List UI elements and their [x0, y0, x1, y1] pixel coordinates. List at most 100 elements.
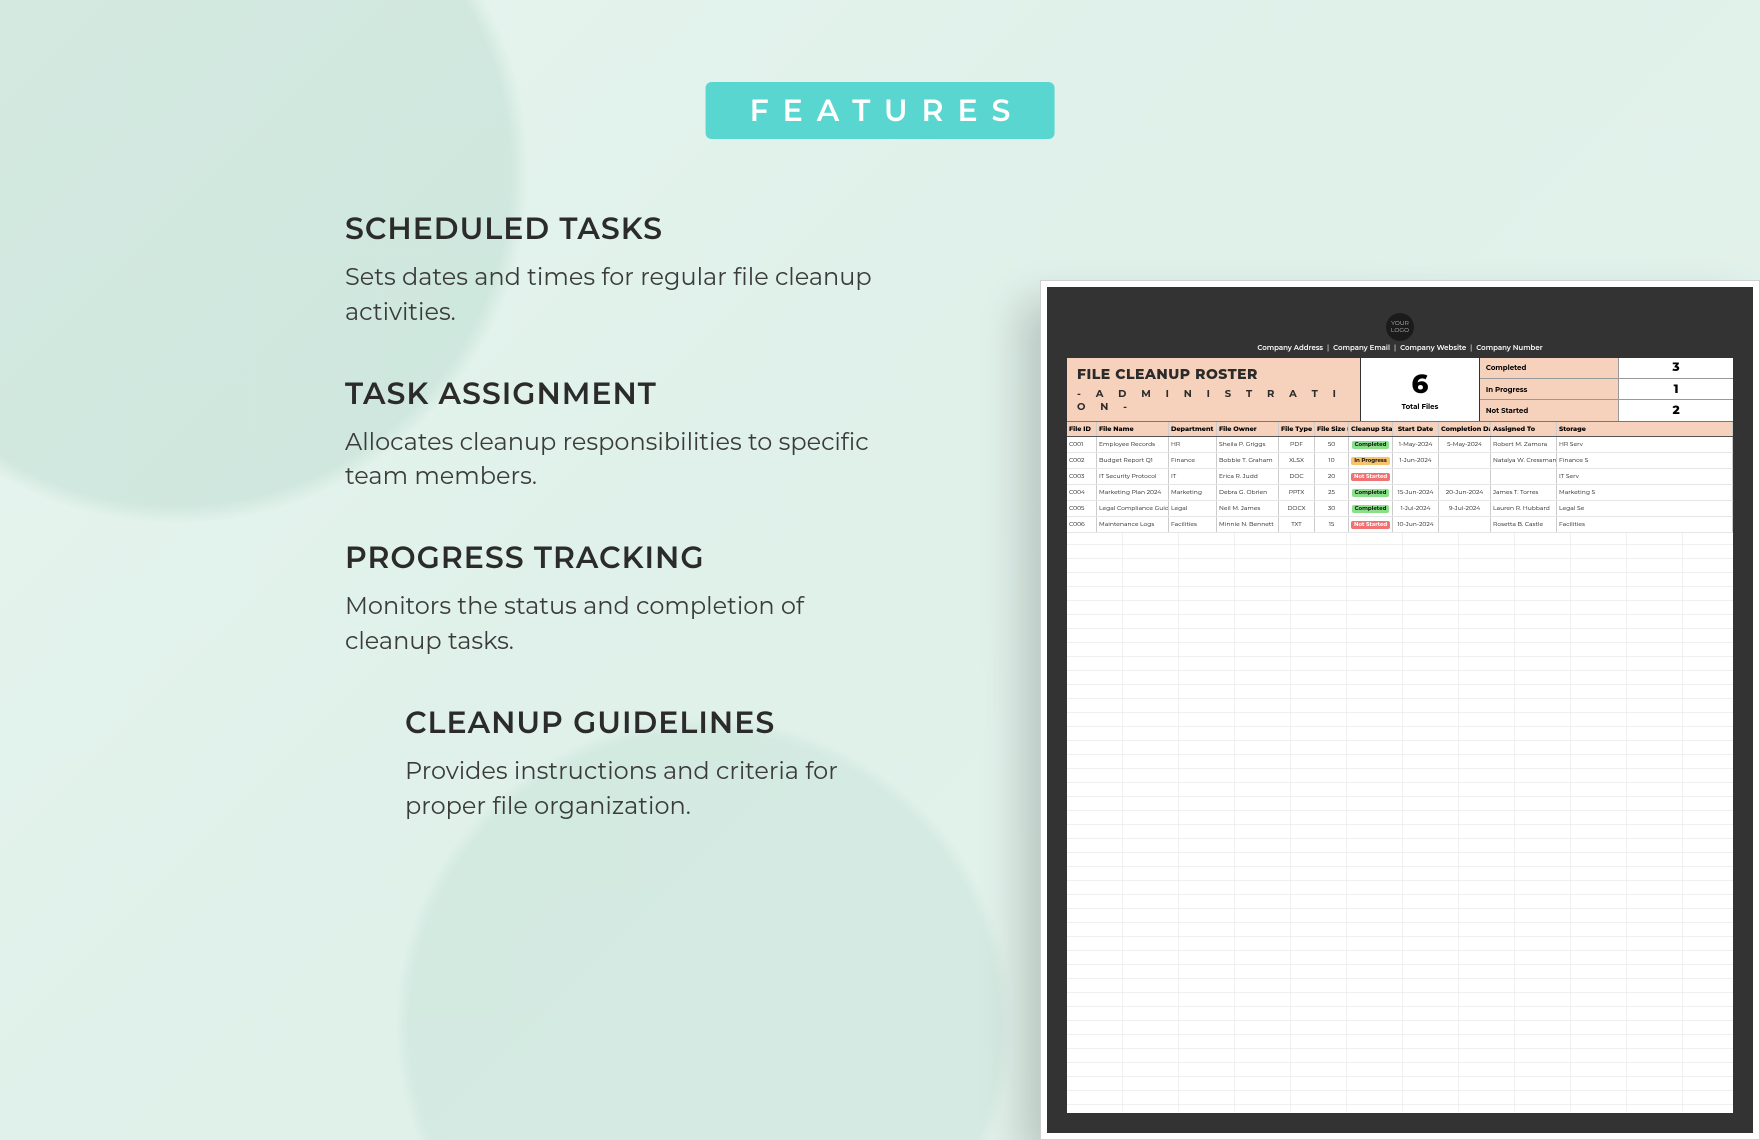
cell: Budget Report Q1	[1097, 453, 1169, 468]
column-header-row: File IDFile NameDepartmentFile OwnerFile…	[1067, 422, 1733, 437]
spreadsheet-preview: YOUR LOGO Company Address|Company Email|…	[1040, 280, 1760, 1140]
column-header: Storage	[1557, 422, 1733, 436]
column-header: File Type	[1279, 422, 1315, 436]
status-pill: Not Started	[1351, 521, 1390, 529]
company-info-segment: Company Number	[1476, 343, 1542, 352]
cell: DOCX	[1279, 501, 1315, 516]
status-pill: Not Started	[1351, 473, 1390, 481]
table-row: C003IT Security ProtocolITErica R. JuddD…	[1067, 469, 1733, 485]
cell: Marketing	[1169, 485, 1217, 500]
cell	[1439, 517, 1491, 532]
feature-title: SCHEDULED TASKS	[345, 210, 905, 247]
summary-row: FILE CLEANUP ROSTER - A D M I N I S T R …	[1067, 358, 1733, 422]
status-label: Not Started	[1480, 400, 1619, 420]
cell: Maintenance Logs	[1097, 517, 1169, 532]
cell: C002	[1067, 453, 1097, 468]
column-header: Completion Date	[1439, 422, 1491, 436]
cell: 25	[1315, 485, 1349, 500]
table-row: C005Legal Compliance GuideLegalNeil M. J…	[1067, 501, 1733, 517]
cell: HR Serv	[1557, 437, 1733, 452]
feature-desc: Allocates cleanup responsibilities to sp…	[345, 426, 905, 496]
status-pill: Completed	[1352, 441, 1390, 449]
status-label: In Progress	[1480, 379, 1619, 399]
cell: In Progress	[1349, 453, 1393, 468]
cell: XLSX	[1279, 453, 1315, 468]
cell: Legal Se	[1557, 501, 1733, 516]
cell: C003	[1067, 469, 1097, 484]
company-info-line: Company Address|Company Email|Company We…	[1067, 343, 1733, 352]
cell: Debra G. Obrien	[1217, 485, 1279, 500]
cell: 20-Jun-2024	[1439, 485, 1491, 500]
cell: Bobbie T. Graham	[1217, 453, 1279, 468]
feature-desc: Monitors the status and completion of cl…	[345, 590, 905, 660]
feature-title: TASK ASSIGNMENT	[345, 375, 905, 412]
cell: 5-May-2024	[1439, 437, 1491, 452]
roster-subtitle: - A D M I N I S T R A T I O N -	[1077, 387, 1360, 413]
table-row: C004Marketing Plan 2024MarketingDebra G.…	[1067, 485, 1733, 501]
feature-item: TASK ASSIGNMENT Allocates cleanup respons…	[345, 375, 905, 496]
feature-desc: Sets dates and times for regular file cl…	[345, 261, 905, 331]
cell: DOC	[1279, 469, 1315, 484]
feature-desc: Provides instructions and criteria for p…	[405, 755, 905, 825]
features-badge: FEATURES	[706, 82, 1055, 139]
column-header: File ID	[1067, 422, 1097, 436]
cell: 10-Jun-2024	[1393, 517, 1439, 532]
total-files-value: 6	[1412, 368, 1429, 400]
cell: Finance	[1169, 453, 1217, 468]
column-header: File Size (MB)	[1315, 422, 1349, 436]
column-header: Cleanup Status	[1349, 422, 1393, 436]
cell: Not Started	[1349, 469, 1393, 484]
status-count-row: In Progress1	[1480, 378, 1733, 399]
logo-placeholder: YOUR LOGO	[1386, 313, 1414, 341]
status-value: 3	[1619, 358, 1733, 378]
cell: Marketing S	[1557, 485, 1733, 500]
cell: 10	[1315, 453, 1349, 468]
cell: PDF	[1279, 437, 1315, 452]
cell: Minnie N. Bennett	[1217, 517, 1279, 532]
cell: Erica R. Judd	[1217, 469, 1279, 484]
status-pill: In Progress	[1351, 457, 1390, 465]
cell: C005	[1067, 501, 1097, 516]
status-count-row: Completed3	[1480, 358, 1733, 378]
roster-title: FILE CLEANUP ROSTER	[1077, 365, 1360, 383]
cell: Not Started	[1349, 517, 1393, 532]
feature-title: PROGRESS TRACKING	[345, 539, 905, 576]
status-pill: Completed	[1352, 505, 1390, 513]
cell: HR	[1169, 437, 1217, 452]
cell: Rosetta B. Castle	[1491, 517, 1557, 532]
status-summary-block: Completed3In Progress1Not Started2	[1480, 358, 1733, 421]
cell: Facilities	[1557, 517, 1733, 532]
table-row: C006Maintenance Logs Facilities Minnie N. …	[1067, 517, 1733, 533]
feature-item: PROGRESS TRACKING Monitors the status and…	[345, 539, 905, 660]
cell	[1393, 469, 1439, 484]
data-rows: C001Employee RecordsHRSheila P. GriggsPD…	[1067, 437, 1733, 533]
roster-title-block: FILE CLEANUP ROSTER - A D M I N I S T R …	[1067, 358, 1360, 421]
column-header: Department	[1169, 422, 1217, 436]
cell: Lauren R. Hubbard	[1491, 501, 1557, 516]
table-row: C002Budget Report Q1FinanceBobbie T. Gra…	[1067, 453, 1733, 469]
cell: Robert M. Zamora	[1491, 437, 1557, 452]
cell: Finance S	[1557, 453, 1733, 468]
cell: 20	[1315, 469, 1349, 484]
cell: 15	[1315, 517, 1349, 532]
cell	[1439, 453, 1491, 468]
table-row: C001Employee RecordsHRSheila P. GriggsPD…	[1067, 437, 1733, 453]
cell: Completed	[1349, 485, 1393, 500]
cell: Neil M. James	[1217, 501, 1279, 516]
status-value: 1	[1619, 379, 1733, 399]
column-header: Assigned To	[1491, 422, 1557, 436]
cell: 1-May-2024	[1393, 437, 1439, 452]
total-files-block: 6 Total Files	[1360, 358, 1480, 421]
cell: C006	[1067, 517, 1097, 532]
cell: Natalya W. Cressman	[1491, 453, 1557, 468]
status-count-row: Not Started2	[1480, 399, 1733, 420]
sheet-header: YOUR LOGO Company Address|Company Email|…	[1067, 307, 1733, 358]
cell: IT Serv	[1557, 469, 1733, 484]
cell	[1491, 469, 1557, 484]
cell: 15-Jun-2024	[1393, 485, 1439, 500]
features-list: SCHEDULED TASKS Sets dates and times for …	[345, 210, 905, 868]
cell: Marketing Plan 2024	[1097, 485, 1169, 500]
cell: 50	[1315, 437, 1349, 452]
total-files-label: Total Files	[1402, 402, 1439, 411]
status-value: 2	[1619, 400, 1733, 420]
